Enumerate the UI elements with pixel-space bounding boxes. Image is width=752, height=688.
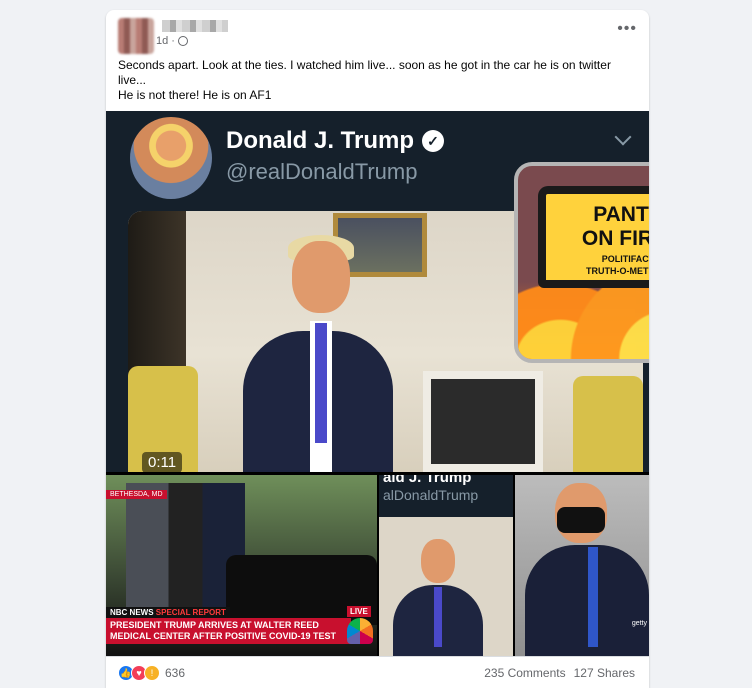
reaction-count: 636 [165, 666, 186, 680]
post-text-line: Seconds apart. Look at the ties. I watch… [118, 58, 611, 87]
tie [315, 323, 327, 443]
wow-icon: ! [144, 665, 160, 681]
verified-icon: ✓ [422, 130, 445, 152]
masked-photo[interactable]: getty [515, 475, 649, 656]
shares-link[interactable]: 127 Shares [574, 666, 635, 680]
location-tag: BETHESDA, MD [106, 490, 167, 499]
tie [434, 587, 442, 647]
mask [557, 507, 605, 533]
badge-plate: PANTS ON FIRE! POLITIFACT TRUTH-O-METER™ [538, 186, 649, 288]
post-card: 1d · ••• Seconds apart. Look at the ties… [106, 10, 649, 688]
post-media[interactable]: Donald J. Trump ✓ @realDonaldTrump 0:11 [106, 111, 649, 656]
person-suit [525, 545, 649, 656]
news-headline: PRESIDENT TRUMP ARRIVES AT WALTER REED M… [106, 618, 351, 644]
live-badge: LIVE [347, 606, 371, 617]
fireplace [423, 371, 543, 472]
comments-link[interactable]: 235 Comments [484, 666, 565, 680]
special-report-label: NBC NEWS SPECIAL REPORT [106, 607, 230, 618]
tweet-avatar [130, 117, 212, 199]
fact-check-badge: PANTS ON FIRE! POLITIFACT TRUTH-O-METER™ [514, 162, 649, 363]
avatar[interactable] [118, 18, 154, 54]
globe-icon [177, 36, 188, 46]
news-photo[interactable]: BETHESDA, MD NBC NEWS SPECIAL REPORT PRE… [106, 475, 377, 656]
nbc-logo-icon [347, 618, 373, 644]
timestamp[interactable]: 1d [156, 35, 168, 47]
video-duration: 0:11 [142, 452, 183, 472]
tweet-header: ald J. Trump alDonaldTrump [379, 475, 513, 517]
engagement-stats: 235 Comments 127 Shares [484, 666, 635, 680]
post-text-line: He is not there! He is on AF1 [118, 88, 272, 102]
curtain [128, 211, 186, 391]
post-text: Seconds apart. Look at the ties. I watch… [118, 58, 633, 103]
more-options-icon[interactable]: ••• [617, 20, 637, 38]
tie [588, 547, 598, 647]
tweet-handle: @realDonaldTrump [226, 159, 418, 184]
chevron-down-icon [614, 128, 632, 146]
author-name-blurred[interactable] [162, 20, 228, 32]
face [292, 241, 350, 313]
post-meta: 1d · [156, 35, 188, 47]
image-grid: BETHESDA, MD NBC NEWS SPECIAL REPORT PRE… [106, 475, 649, 656]
photo-credit: getty [631, 620, 647, 627]
chair [573, 376, 643, 472]
reactions-summary[interactable]: 👍 ♥ ! 636 [118, 665, 185, 681]
tweet-photo[interactable]: ald J. Trump alDonaldTrump [379, 475, 513, 656]
face [421, 539, 455, 583]
post-header: 1d · ••• [106, 10, 649, 60]
post-footer: 👍 ♥ ! 636 235 Comments 127 Shares [106, 656, 649, 688]
tweet-name: Donald J. Trump ✓ [226, 127, 445, 155]
